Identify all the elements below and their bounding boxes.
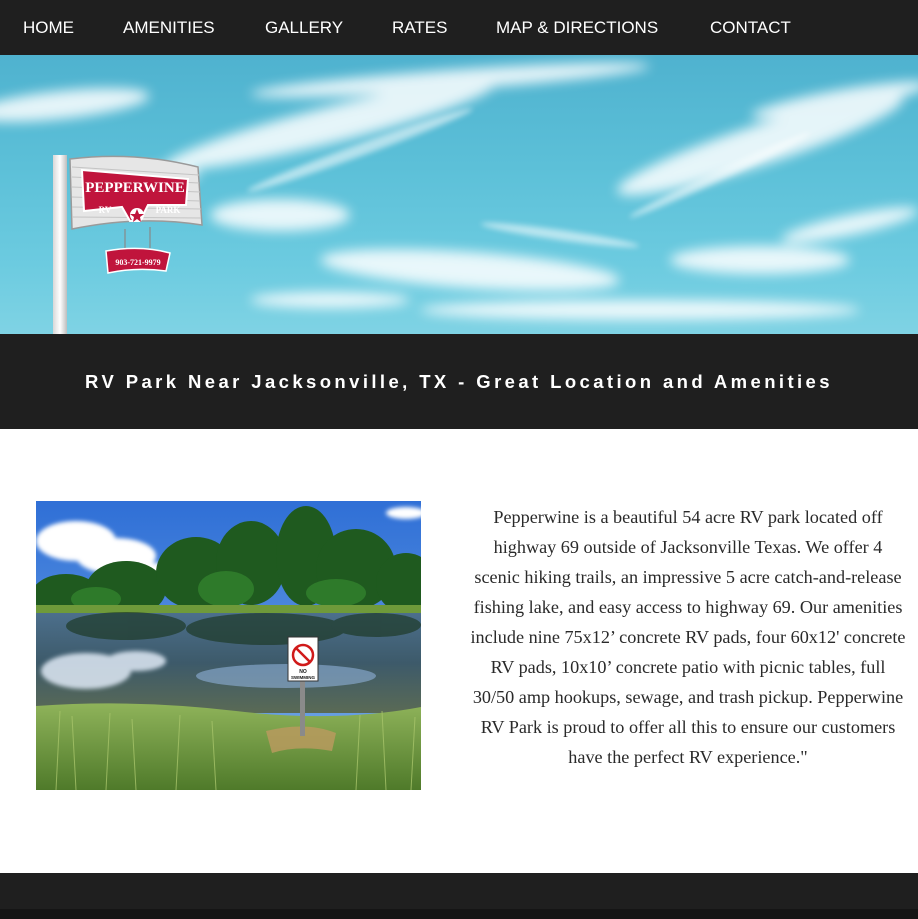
page-title: RV Park Near Jacksonville, TX - Great Lo… [85,371,833,392]
nav-home-link[interactable]: HOME [23,0,74,55]
park-sign: PEPPERWINE RV PARK 903-721-9979 [69,155,203,274]
footer [0,873,918,919]
nav-map-directions-link[interactable]: MAP & DIRECTIONS [496,0,658,55]
nav-contact-link[interactable]: CONTACT [710,0,791,55]
sign-park-text: PARK [156,205,181,215]
main-nav: HOME AMENITIES GALLERY RATES MAP & DIREC… [0,0,918,55]
sign-name-text: PEPPERWINE [85,180,184,196]
title-band: RV Park Near Jacksonville, TX - Great Lo… [0,334,918,429]
nav-rates-link[interactable]: RATES [392,0,447,55]
nav-amenities-link[interactable]: AMENITIES [123,0,215,55]
lake-photo: NO SWIMMING [36,501,421,790]
sign-rv-text: RV [99,205,112,215]
footer-divider [0,909,918,919]
sign-phone-text: 903-721-9979 [115,258,160,267]
nav-gallery-link[interactable]: GALLERY [265,0,343,55]
sign-swimming-text: SWIMMING [291,675,315,680]
hero-sky-image: PEPPERWINE RV PARK 903-721-9979 [0,62,918,334]
park-description: Pepperwine is a beautiful 54 acre RV par… [470,507,906,767]
hero-banner: PEPPERWINE RV PARK 903-721-9979 [0,55,918,334]
